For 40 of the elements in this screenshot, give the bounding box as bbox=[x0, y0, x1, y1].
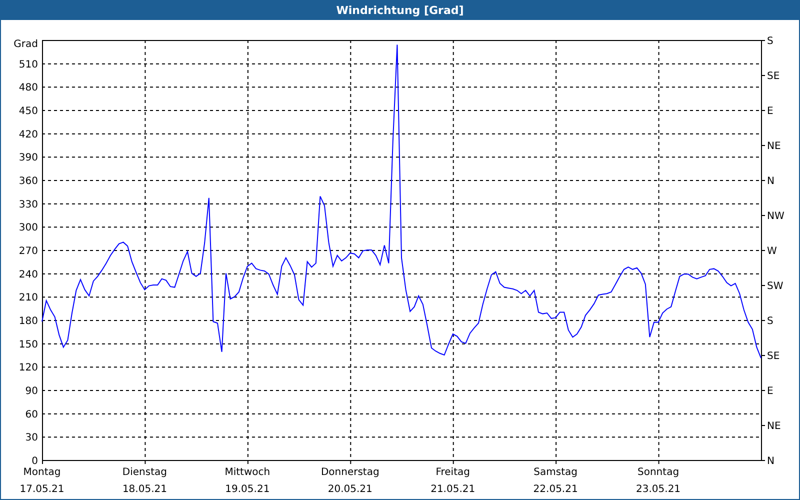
compass-label: N bbox=[767, 176, 774, 187]
y-axis-label: 150 bbox=[18, 339, 38, 350]
compass-label: N bbox=[767, 456, 774, 467]
compass-label: E bbox=[767, 386, 774, 397]
y-axis-label: 360 bbox=[18, 176, 38, 187]
y-axis-label: 240 bbox=[18, 269, 38, 280]
compass-label: S bbox=[767, 316, 774, 327]
y-axis-label: 480 bbox=[18, 82, 38, 94]
y-axis-label: 300 bbox=[18, 222, 38, 234]
x-axis-label: Sonntag 23.05.21 bbox=[636, 467, 681, 495]
y-axis-label: 390 bbox=[18, 152, 38, 164]
x-axis-label: Freitag 21.05.21 bbox=[430, 467, 476, 495]
compass-label: S bbox=[767, 36, 774, 47]
compass-label: NE bbox=[767, 141, 781, 152]
compass-label: NE bbox=[767, 421, 781, 432]
y-axis-label: 180 bbox=[18, 316, 38, 327]
x-axis-label: Montag 17.05.21 bbox=[20, 467, 64, 495]
compass-label: NW bbox=[767, 211, 784, 222]
y-axis-label: 270 bbox=[18, 246, 38, 257]
y-axis-label: 90 bbox=[25, 386, 38, 397]
compass-label: W bbox=[767, 246, 777, 257]
y-axis-label: 60 bbox=[25, 409, 38, 420]
compass-label: SW bbox=[767, 281, 784, 292]
y-axis-label: 210 bbox=[18, 292, 38, 304]
y-axis-label: 510 bbox=[18, 59, 38, 70]
y-axis-label: 120 bbox=[18, 362, 38, 374]
y-axis-title: Grad bbox=[14, 39, 38, 50]
y-axis-label: 30 bbox=[25, 432, 38, 444]
compass-label: E bbox=[767, 106, 774, 117]
window-title: Windrichtung [Grad] bbox=[336, 4, 464, 16]
x-axis-label: Samstag 22.05.21 bbox=[533, 467, 578, 495]
y-axis-label: 420 bbox=[18, 129, 38, 140]
x-axis-label: Dienstag 18.05.21 bbox=[122, 467, 167, 495]
compass-label: SE bbox=[767, 71, 780, 82]
y-axis-label: 330 bbox=[18, 199, 38, 210]
compass-label: SE bbox=[767, 351, 780, 362]
y-axis-label: 0 bbox=[32, 456, 38, 467]
x-axis-label: Donnerstag 20.05.21 bbox=[320, 467, 380, 495]
y-axis-label: 450 bbox=[18, 106, 38, 117]
x-axis-label: Mittwoch 19.05.21 bbox=[224, 467, 270, 495]
